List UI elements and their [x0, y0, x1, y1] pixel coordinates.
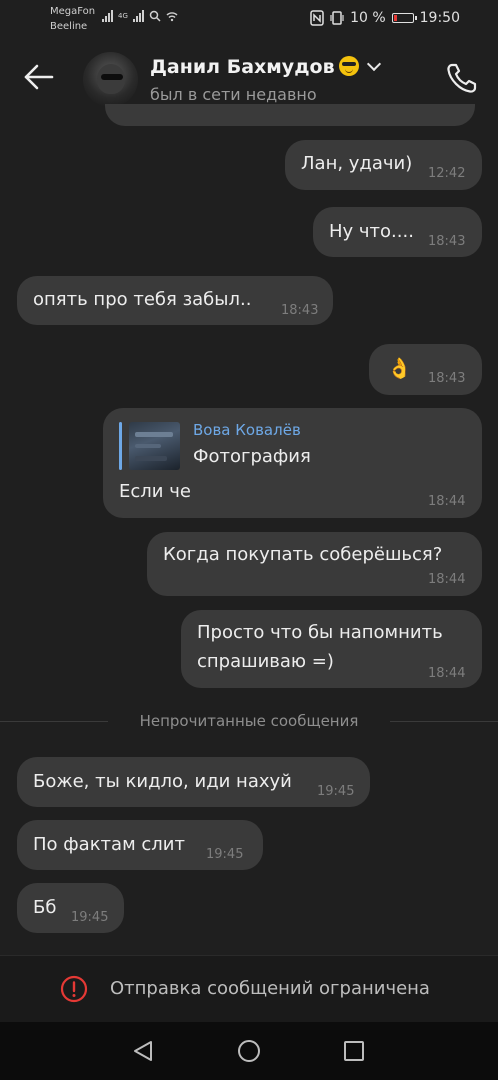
message-bubble-outgoing[interactable]: Когда покупать соберёшься? 18:44 [147, 532, 482, 596]
message-bubble-outgoing[interactable]: 👌 18:43 [369, 344, 482, 395]
message-text: опять про тебя забыл.. [33, 289, 252, 310]
message-text: Лан, удачи) [301, 153, 413, 174]
message-time: 19:45 [206, 847, 244, 862]
message-text: Если че [119, 481, 191, 502]
battery-icon [391, 13, 417, 23]
warning-icon [60, 975, 88, 1003]
message-time: 18:44 [428, 494, 466, 509]
clock: 19:50 [419, 10, 460, 26]
carrier-2: Beeline [50, 21, 88, 32]
message-time: 18:44 [428, 666, 466, 681]
message-text: Когда покупать соберёшься? [163, 544, 443, 565]
messaging-restricted-text: Отправка сообщений ограничена [110, 978, 430, 999]
message-time: 19:45 [71, 910, 109, 925]
message-time: 19:45 [317, 784, 355, 799]
system-nav-bar [0, 1022, 498, 1080]
contact-name-text: Данил Бахмудов [150, 56, 335, 78]
nav-recents-icon[interactable] [344, 1041, 364, 1061]
signal-icon [102, 10, 113, 22]
carrier-1: MegaFon [50, 6, 96, 17]
message-text: Боже, ты кидло, иди нахуй [33, 771, 292, 792]
message-bubble-incoming[interactable]: опять про тебя забыл.. 18:43 [17, 276, 333, 325]
contact-status: был в сети недавно [150, 85, 317, 104]
message-time: 18:43 [281, 303, 319, 318]
back-arrow-icon[interactable] [22, 60, 56, 94]
nfc-icon [310, 10, 324, 26]
message-bubble-outgoing[interactable]: Просто что бы напомнить спрашиваю =) 18:… [181, 610, 482, 688]
wifi-icon [166, 12, 178, 22]
message-bubble-incoming[interactable]: По фактам слит 19:45 [17, 820, 263, 870]
status-icons-left: 4G [102, 10, 178, 22]
message-text: По фактам слит [33, 834, 185, 855]
message-time: 18:44 [428, 572, 466, 587]
message-bubble-outgoing[interactable]: Ну что.... 18:43 [313, 207, 482, 257]
messaging-restricted-bar: Отправка сообщений ограничена [0, 955, 498, 1023]
message-time: 12:42 [428, 166, 466, 181]
reply-photo-thumbnail[interactable] [129, 422, 180, 470]
reply-preview-text: Фотография [193, 446, 311, 467]
message-text-line1: Просто что бы напомнить [197, 622, 443, 643]
unread-divider: Непрочитанные сообщения [139, 712, 359, 730]
chat-header: Данил Бахмудов был в сети недавно [0, 40, 498, 112]
nav-home-icon[interactable] [238, 1040, 260, 1062]
message-bubble-reply[interactable]: Вова Ковалёв Фотография Если че 18:44 [103, 408, 482, 518]
nav-back-icon[interactable] [132, 1040, 154, 1062]
contact-name[interactable]: Данил Бахмудов [150, 56, 381, 78]
network-type-label: 4G [118, 11, 128, 20]
message-bubble-incoming[interactable]: Боже, ты кидло, иди нахуй 19:45 [17, 757, 370, 807]
sunglasses-emoji-icon [338, 56, 359, 76]
message-text: Ну что.... [329, 221, 414, 242]
status-icons-right: 10 % 19:50 [310, 10, 460, 26]
signal-icon-2 [132, 10, 144, 22]
message-text-line2: спрашиваю =) [197, 651, 334, 672]
message-text: Бб [33, 897, 57, 918]
message-time: 18:43 [428, 234, 466, 249]
status-bar: MegaFon Beeline 4G 10 % 19:50 [0, 0, 498, 40]
phone-call-icon[interactable] [444, 60, 480, 96]
message-bubble-incoming[interactable]: Бб 19:45 [17, 883, 124, 933]
battery-percent: 10 % [350, 10, 386, 26]
message-bubble-outgoing[interactable]: Лан, удачи) 12:42 [285, 140, 482, 190]
reply-author: Вова Ковалёв [193, 421, 301, 439]
message-time: 18:43 [428, 371, 466, 386]
vibrate-icon [330, 11, 344, 25]
message-bubble-partial [105, 104, 475, 126]
chevron-down-icon[interactable] [366, 56, 381, 72]
ok-hand-emoji: 👌 [387, 356, 412, 380]
avatar[interactable] [83, 52, 138, 107]
reply-accent-bar [119, 422, 122, 470]
search-icon [149, 10, 161, 22]
